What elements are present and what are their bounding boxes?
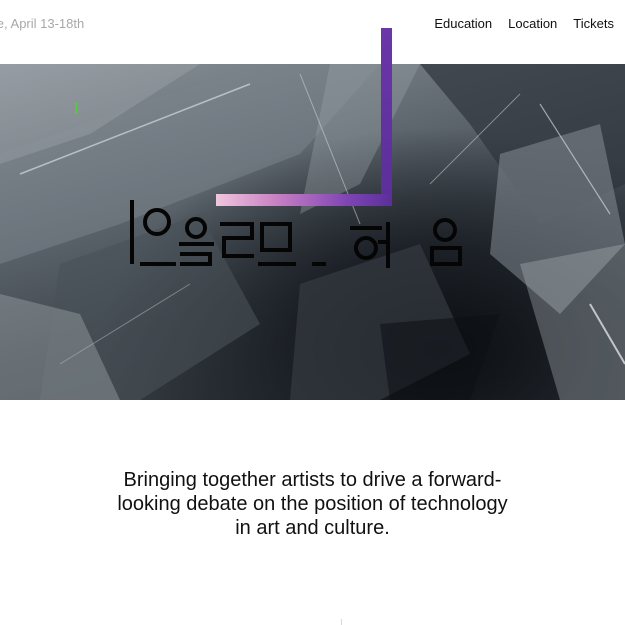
main-nav: Education Location Tickets — [434, 16, 614, 31]
gradient-bracket-vertical — [381, 28, 392, 206]
tagline-line: looking debate on the position of techno… — [117, 493, 508, 515]
nav-education[interactable]: Education — [434, 16, 492, 31]
event-info: rade, April 13-18th — [0, 16, 85, 31]
accent-marker — [75, 102, 78, 114]
header: rade, April 13-18th Education Location T… — [0, 0, 625, 64]
tagline-line: Bringing together artists to drive a for… — [123, 469, 502, 491]
festival-logo — [130, 200, 462, 268]
tagline: Bringing together artists to drive a for… — [60, 468, 565, 540]
nav-location[interactable]: Location — [508, 16, 557, 31]
scroll-indicator — [341, 619, 342, 625]
nav-tickets[interactable]: Tickets — [573, 16, 614, 31]
tagline-line: in art and culture. — [235, 517, 390, 539]
